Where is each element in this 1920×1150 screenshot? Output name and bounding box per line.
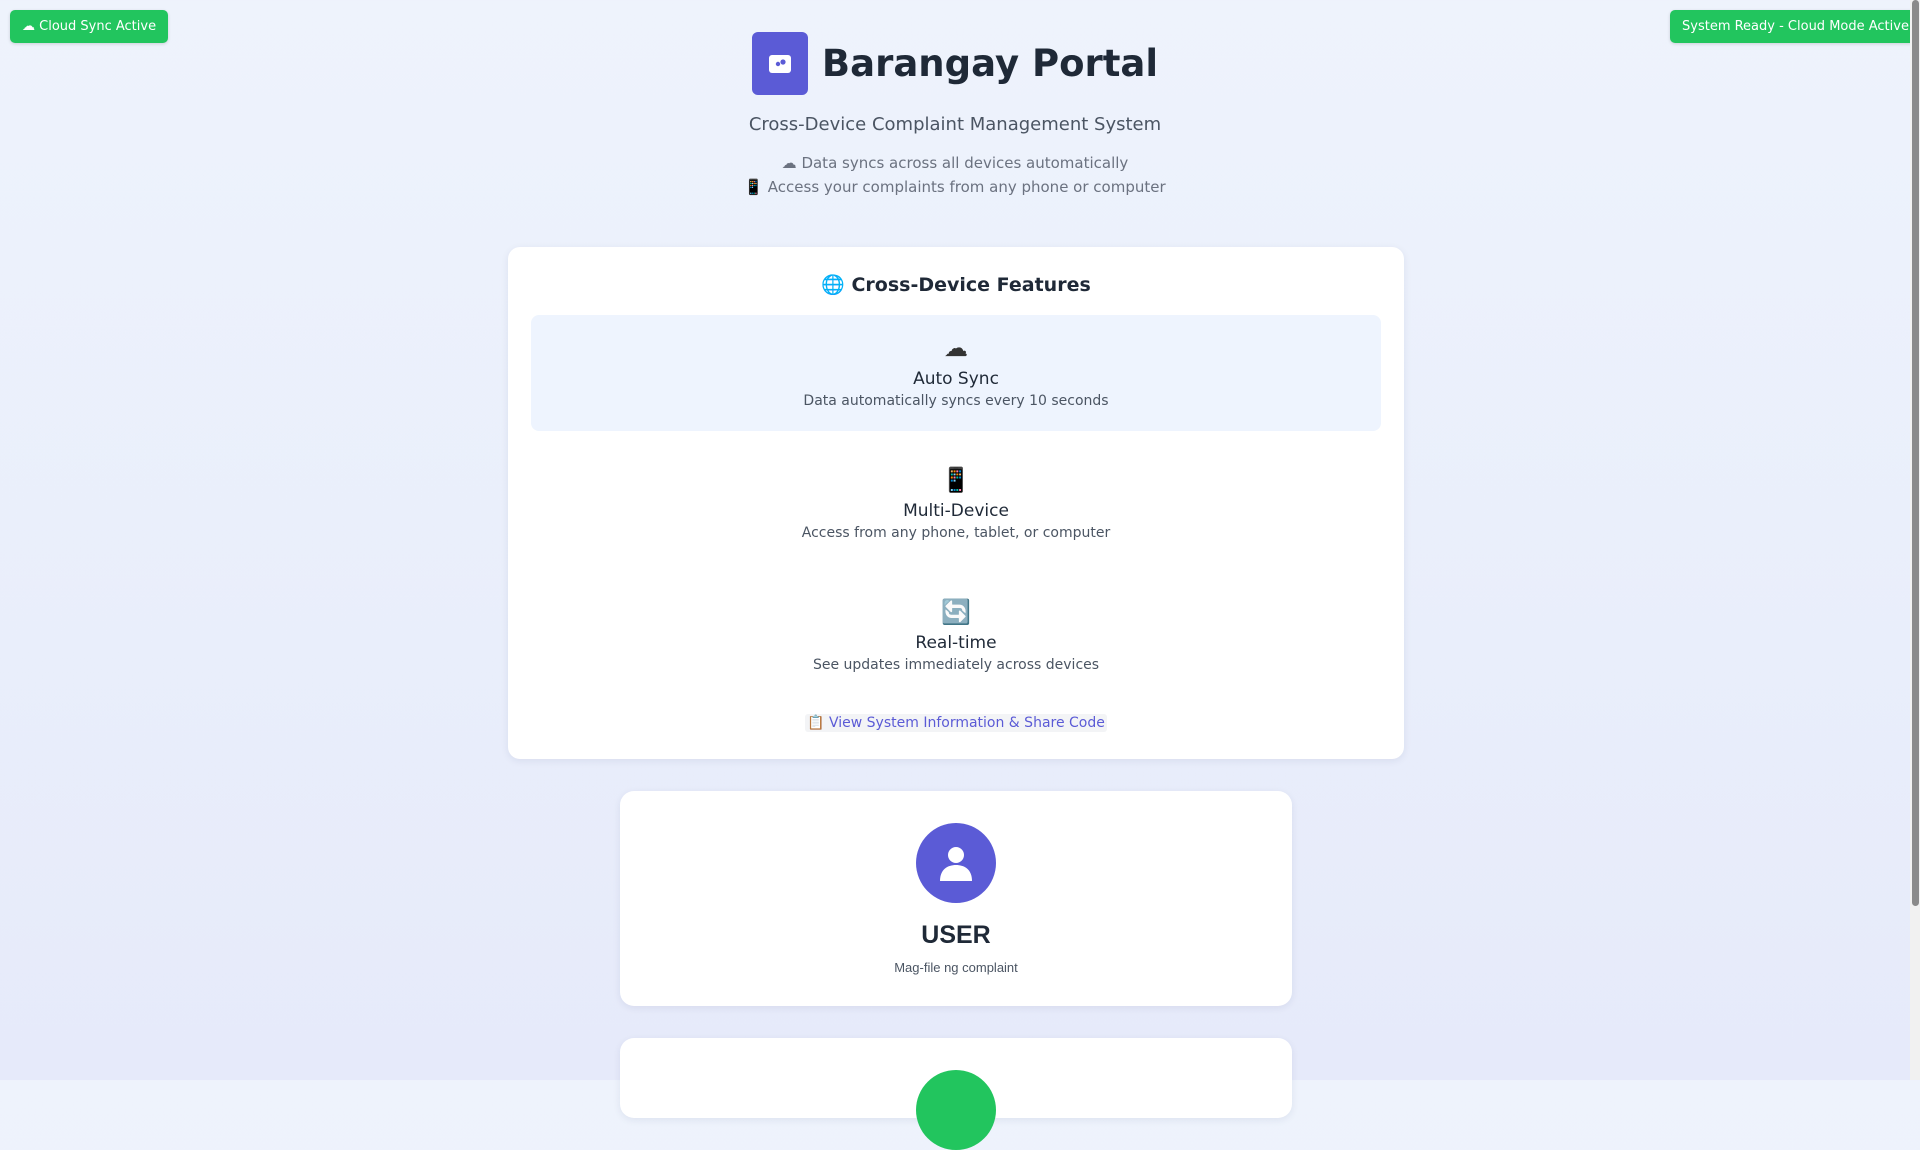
role-description: Mag-file ng complaint — [894, 960, 1018, 975]
user-avatar — [916, 823, 996, 903]
phone-icon: 📱 — [941, 466, 971, 494]
page-title: Barangay Portal — [821, 42, 1159, 85]
role-avatar-green — [916, 1070, 996, 1150]
view-system-info-link[interactable]: 📋 View System Information & Share Code — [805, 714, 1107, 732]
second-role-card[interactable] — [620, 1038, 1292, 1150]
feature-title: Multi-Device — [903, 501, 1009, 521]
user-icon — [940, 847, 972, 881]
feature-auto-sync: ☁ Auto Sync Data automatically syncs eve… — [531, 315, 1381, 431]
feature-multi-device: 📱 Multi-Device Access from any phone, ta… — [531, 447, 1381, 563]
sync-note: ☁ Data syncs across all devices automati… — [781, 154, 1129, 172]
feature-description: Access from any phone, tablet, or comput… — [801, 525, 1111, 541]
cloud-icon: ☁ — [944, 334, 968, 362]
feature-description: Data automatically syncs every 10 second… — [803, 393, 1109, 409]
portal-logo — [751, 32, 808, 95]
page-scrollbar[interactable] — [1910, 0, 1920, 1080]
info-link-row: 📋 View System Information & Share Code — [508, 712, 1404, 732]
id-card-icon — [768, 54, 791, 73]
access-note: 📱 Access your complaints from any phone … — [744, 178, 1166, 196]
feature-description: See updates immediately across devices — [812, 657, 1100, 673]
features-title: 🌐 Cross-Device Features — [821, 274, 1091, 296]
feature-real-time: 🔄 Real-time See updates immediately acro… — [531, 579, 1381, 695]
role-title: USER — [921, 921, 991, 949]
cross-device-features-card: 🌐 Cross-Device Features ☁ Auto Sync Data… — [508, 247, 1404, 759]
feature-title: Auto Sync — [913, 369, 999, 389]
scrollbar-thumb[interactable] — [1912, 0, 1919, 906]
user-role-card[interactable]: USER Mag-file ng complaint — [620, 791, 1292, 1006]
title-row: Barangay Portal — [0, 32, 1910, 95]
refresh-icon: 🔄 — [941, 598, 971, 626]
feature-title: Real-time — [915, 633, 997, 653]
page-subtitle: Cross-Device Complaint Management System — [748, 114, 1162, 135]
page-header: Barangay Portal Cross-Device Complaint M… — [0, 32, 1910, 199]
